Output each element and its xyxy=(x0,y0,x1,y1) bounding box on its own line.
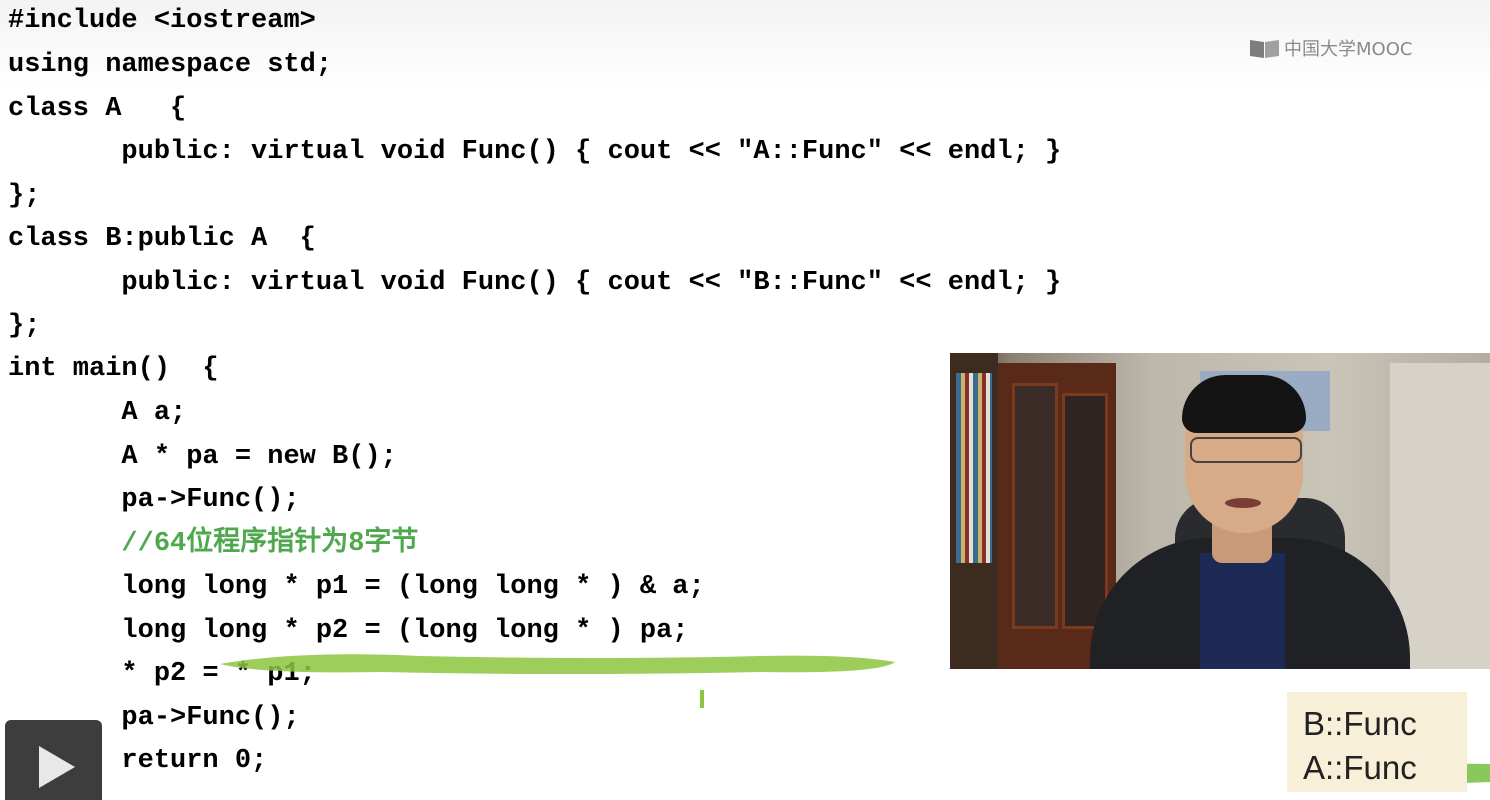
play-button[interactable] xyxy=(5,720,102,800)
program-output-box: B::Func A::Func xyxy=(1287,692,1467,792)
underline-stroke xyxy=(220,654,895,674)
lecture-slide: 中国大学MOOC #include <iostream> using names… xyxy=(0,0,1490,800)
presenter-webcam xyxy=(950,353,1490,669)
play-icon xyxy=(39,746,75,788)
pen-cursor-mark xyxy=(700,690,704,708)
output-line: A::Func xyxy=(1303,749,1417,786)
output-line: B::Func xyxy=(1303,705,1417,742)
